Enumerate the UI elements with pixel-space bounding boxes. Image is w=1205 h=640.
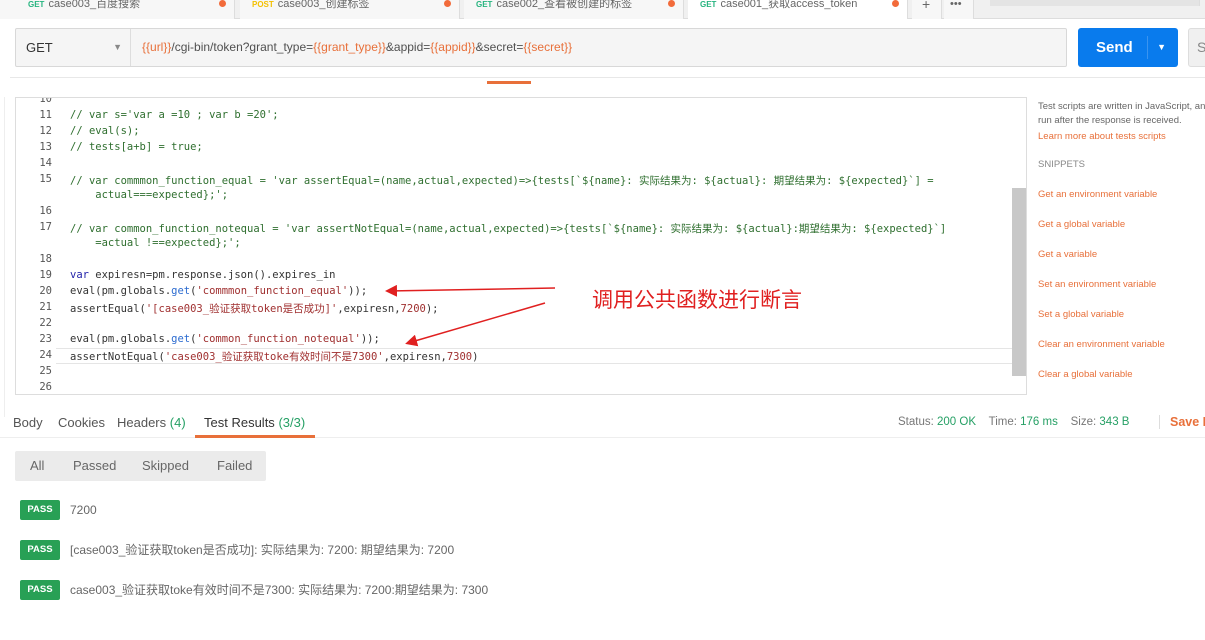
result-filters: All Passed Skipped Failed <box>15 451 266 481</box>
snippet-link[interactable]: Get an environment variable <box>1038 188 1205 202</box>
tab-label: Headers <box>117 415 167 430</box>
intro-text: Test scripts are written in JavaScript, … <box>1038 101 1205 112</box>
filter-passed[interactable]: Passed <box>73 458 116 473</box>
status-value: 200 OK <box>937 416 977 428</box>
filter-all[interactable]: All <box>30 458 44 473</box>
arrow-icon <box>405 302 546 347</box>
time-value: 176 ms <box>1020 416 1058 428</box>
filter-skipped[interactable]: Skipped <box>142 458 189 473</box>
snippets-panel: Test scripts are written in JavaScript, … <box>1038 100 1205 382</box>
snippet-link[interactable]: Set a global variable <box>1038 308 1205 322</box>
snippet-link[interactable]: Set an environment variable <box>1038 278 1205 292</box>
test-result-row: PASS [case003_验证获取token是否成功]: 实际结果为: 7200… <box>20 540 454 560</box>
status-label: Status: <box>898 416 934 428</box>
test-result-row: PASS 7200 <box>20 500 97 520</box>
time-label: Time: <box>988 416 1017 428</box>
size-value: 343 B <box>1099 416 1130 428</box>
tab-label: Test Results <box>204 415 275 430</box>
tab-test-results[interactable]: Test Results (3/3) <box>204 415 305 430</box>
pass-badge: PASS <box>20 540 60 560</box>
pass-badge: PASS <box>20 500 60 520</box>
intro-text: run after the response is received. <box>1038 115 1182 126</box>
snippet-link[interactable]: Clear a global variable <box>1038 368 1205 382</box>
response-meta: Status: 200 OK Time: 176 ms Size: 343 B <box>898 416 1129 428</box>
active-tab-underline <box>195 435 315 438</box>
tab-count: (3/3) <box>278 415 306 430</box>
learn-more-link[interactable]: Learn more about tests scripts <box>1038 130 1205 144</box>
result-text: case003_验证获取toke有效时间不是7300: 实际结果为: 7200:… <box>70 583 489 597</box>
result-text: 7200 <box>70 503 97 517</box>
tab-label: Body <box>13 415 43 430</box>
test-result-row: PASS case003_验证获取toke有效时间不是7300: 实际结果为: 7… <box>20 580 488 600</box>
arrow-icon <box>385 284 556 297</box>
snippets-title: SNIPPETS <box>1038 159 1085 170</box>
filter-failed[interactable]: Failed <box>217 458 252 473</box>
save-response-button[interactable]: Save Response <box>1159 415 1205 429</box>
size-label: Size: <box>1070 416 1097 428</box>
annotation-text: 调用公共函数进行断言 <box>592 289 802 312</box>
tab-count: (4) <box>169 415 186 430</box>
snippet-link[interactable]: Get a global variable <box>1038 218 1205 232</box>
snippet-link[interactable]: Get a variable <box>1038 248 1205 262</box>
tab-cookies[interactable]: Cookies <box>58 415 105 430</box>
pass-badge: PASS <box>20 580 60 600</box>
tab-body[interactable]: Body <box>13 415 43 430</box>
tab-label: Cookies <box>58 415 105 430</box>
snippet-link[interactable]: Clear an environment variable <box>1038 338 1205 352</box>
tab-headers[interactable]: Headers (4) <box>117 415 186 430</box>
result-text: [case003_验证获取token是否成功]: 实际结果为: 7200: 期望… <box>70 543 455 557</box>
